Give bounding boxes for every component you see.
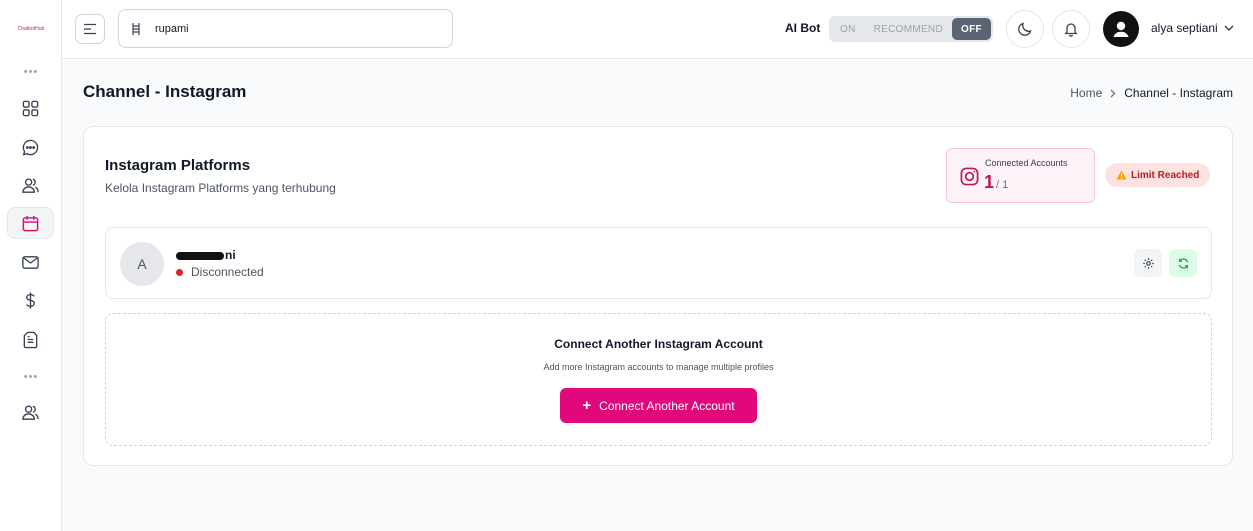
sidebar-item-documents[interactable] <box>7 323 54 355</box>
document-icon <box>23 331 38 348</box>
ai-bot-option-recommend[interactable]: RECOMMEND <box>865 18 952 40</box>
warning-icon <box>1116 170 1127 180</box>
account-status-label: Disconnected <box>191 265 264 279</box>
ai-bot-option-on[interactable]: ON <box>831 18 865 40</box>
account-name-visible: ni <box>225 248 236 262</box>
account-status: Disconnected <box>176 265 264 279</box>
limit-reached-badge: Limit Reached <box>1105 163 1211 187</box>
connected-total: / 1 <box>996 179 1009 191</box>
team-icon <box>22 404 39 420</box>
calendar-icon <box>22 215 39 231</box>
status-dot <box>176 268 183 276</box>
connect-subtitle: Add more Instagram accounts to manage mu… <box>543 362 774 372</box>
menu-toggle-button[interactable] <box>75 14 105 44</box>
breadcrumb: Home Channel - Instagram <box>1070 86 1233 100</box>
account-avatar: A <box>120 242 164 286</box>
plus-icon: + <box>582 397 592 414</box>
breadcrumb-current: Channel - Instagram <box>1124 86 1233 100</box>
top-header: rupami AI Bot ON RECOMMEND OFF alya sept… <box>62 0 1253 59</box>
chat-bubble-icon <box>22 139 39 156</box>
sidebar-item-channels[interactable] <box>7 207 54 239</box>
section-dots: ••• <box>23 66 39 78</box>
sidebar-item-dashboard[interactable] <box>7 92 54 124</box>
sidebar-item-contacts[interactable] <box>7 169 54 201</box>
connect-button-label: Connect Another Account <box>599 398 735 413</box>
logo[interactable]: ChatbotHub <box>9 24 53 34</box>
refresh-icon <box>1178 257 1188 269</box>
card-title: Instagram Platforms <box>105 157 251 174</box>
sidebar-item-team[interactable] <box>7 396 54 428</box>
connected-accounts-box: Connected Accounts 1 / 1 <box>946 148 1095 203</box>
search-field[interactable]: rupami <box>118 9 453 48</box>
users-icon <box>22 177 39 193</box>
connected-count: 1 <box>984 172 995 192</box>
dark-mode-button[interactable] <box>1006 10 1044 48</box>
search-value: rupami <box>155 22 189 35</box>
connect-another-account-button[interactable]: + Connect Another Account <box>560 388 757 423</box>
account-row: A ni Disconnected <box>105 227 1212 299</box>
user-avatar[interactable] <box>1103 11 1139 47</box>
sidebar-item-email[interactable] <box>7 246 54 278</box>
ai-bot-option-off[interactable]: OFF <box>951 18 991 40</box>
user-menu[interactable]: alya septiani <box>1151 21 1234 35</box>
connect-another-area: Connect Another Instagram Account Add mo… <box>105 313 1212 446</box>
account-reconnect-button[interactable] <box>1169 249 1197 277</box>
mail-icon <box>22 255 39 269</box>
notifications-button[interactable] <box>1052 10 1090 48</box>
connect-title: Connect Another Instagram Account <box>554 337 763 351</box>
chevron-right-icon <box>1110 89 1116 97</box>
gear-icon <box>1142 257 1154 269</box>
grid-icon <box>22 100 39 116</box>
dollar-icon <box>25 291 35 309</box>
sidebar: ChatbotHub ••• ••• <box>0 0 62 531</box>
redaction-mark <box>176 251 224 260</box>
sidebar-item-billing[interactable] <box>7 284 54 316</box>
connected-accounts-label: Connected Accounts <box>985 158 1068 168</box>
moon-icon <box>1018 22 1032 36</box>
ai-bot-toggle: ON RECOMMEND OFF <box>829 16 993 42</box>
instagram-platforms-card: Instagram Platforms Kelola Instagram Pla… <box>83 126 1233 466</box>
section-dots: ••• <box>23 371 39 383</box>
sidebar-item-chat[interactable] <box>7 131 54 163</box>
card-subtitle: Kelola Instagram Platforms yang terhubun… <box>105 181 336 195</box>
chevron-down-icon <box>1224 25 1234 31</box>
page-icon <box>132 22 140 35</box>
account-settings-button[interactable] <box>1134 249 1162 277</box>
instagram-icon <box>960 167 979 186</box>
menu-icon <box>84 23 96 35</box>
bell-icon <box>1064 23 1078 37</box>
ai-bot-label: AI Bot <box>785 21 821 35</box>
user-icon <box>1113 21 1129 37</box>
page-title: Channel - Instagram <box>83 82 247 101</box>
account-name: ni <box>176 248 236 262</box>
username-label: alya septiani <box>1151 21 1218 35</box>
breadcrumb-home[interactable]: Home <box>1070 86 1102 100</box>
limit-reached-label: Limit Reached <box>1131 169 1200 181</box>
